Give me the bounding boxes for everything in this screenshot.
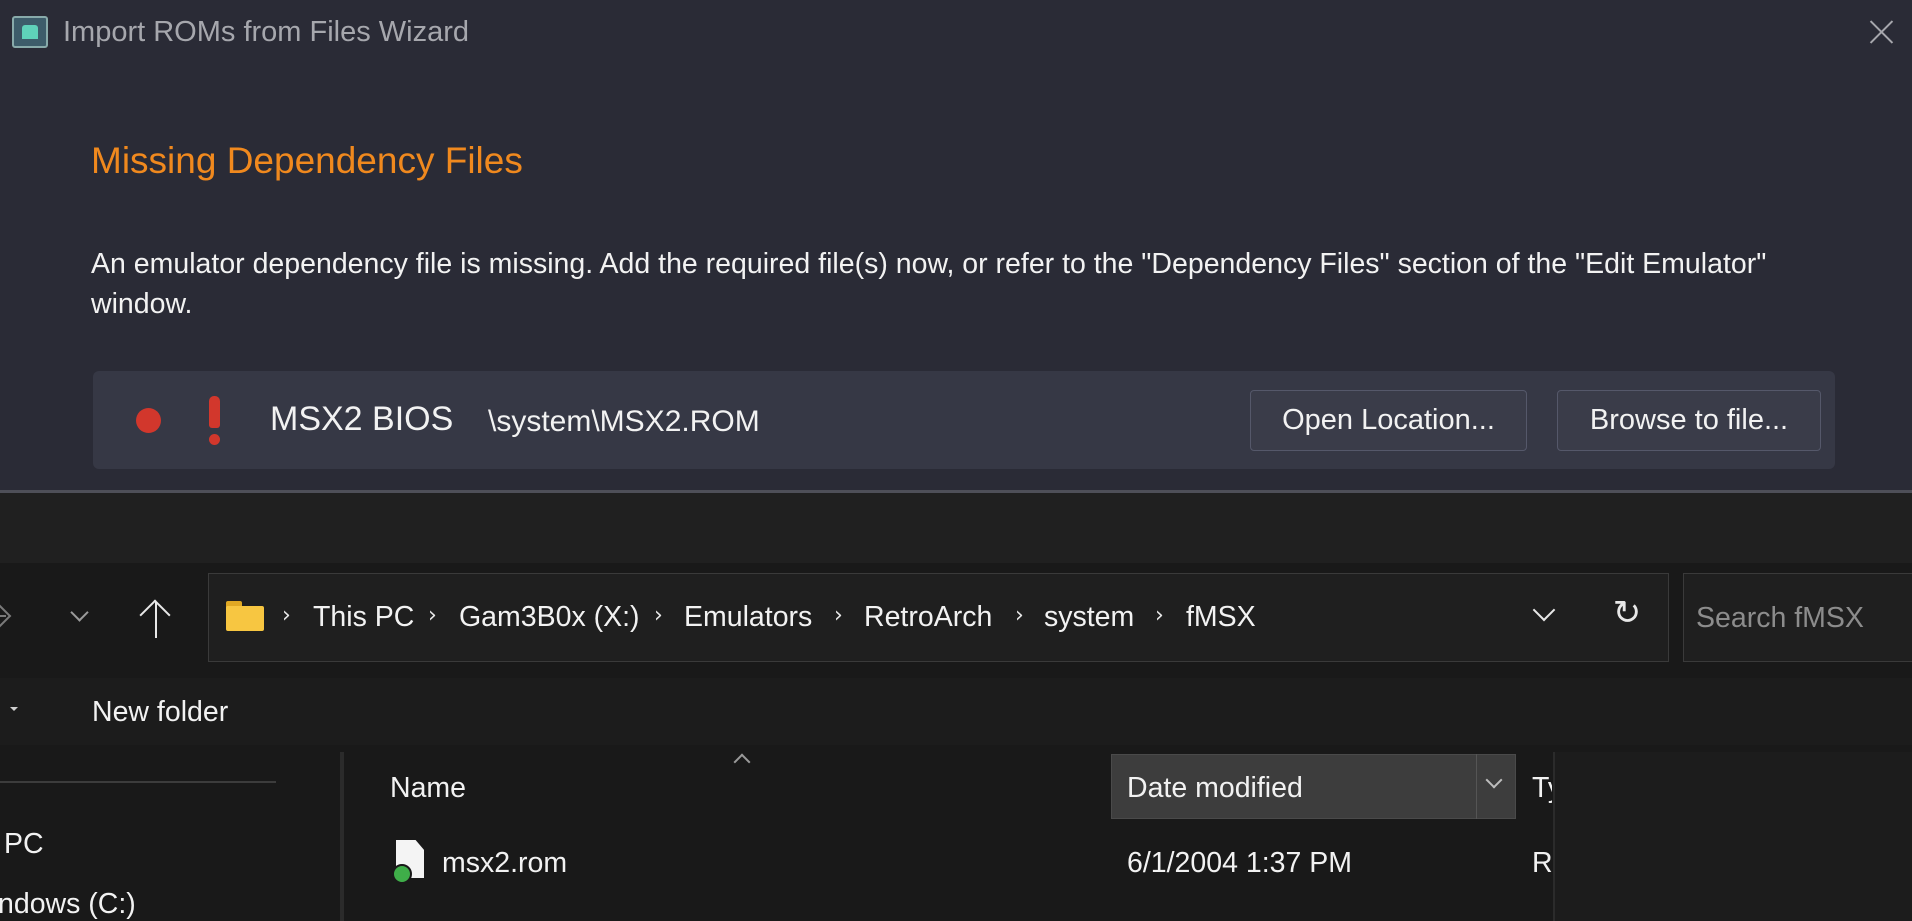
breadcrumb-emulators[interactable]: Emulators: [684, 601, 812, 634]
refresh-icon[interactable]: ↻: [1610, 596, 1644, 630]
open-location-button[interactable]: Open Location...: [1250, 390, 1527, 451]
dependency-name: MSX2 BIOS: [270, 400, 454, 438]
forward-arrow-icon[interactable]: [0, 596, 14, 636]
nav-item-this-pc[interactable]: PC: [4, 828, 44, 861]
breadcrumb-this-pc[interactable]: This PC: [313, 601, 414, 634]
chevron-right-icon[interactable]: ›: [1015, 603, 1024, 628]
column-header-date-label: Date modified: [1127, 772, 1303, 804]
status-dot-icon: [136, 408, 161, 433]
title-bar: Import ROMs from Files Wizard: [0, 0, 1912, 66]
breadcrumb-fmsx[interactable]: fMSX: [1186, 601, 1256, 634]
description-text: An emulator dependency file is missing. …: [91, 248, 1767, 320]
nav-item-windows-drive[interactable]: ndows (C:): [0, 888, 136, 921]
file-row-name[interactable]: msx2.rom: [442, 847, 567, 880]
column-header-type[interactable]: Ty: [1532, 772, 1552, 805]
dropdown-icon[interactable]: [1530, 600, 1558, 628]
file-row-date: 6/1/2004 1:37 PM: [1127, 847, 1352, 879]
column-header-name[interactable]: Name: [390, 772, 466, 805]
folder-icon: [226, 601, 264, 631]
browse-to-file-button[interactable]: Browse to file...: [1557, 390, 1821, 451]
breadcrumb-drive[interactable]: Gam3B0x (X:): [459, 601, 640, 634]
dependency-path: \system\MSX2.ROM: [488, 405, 760, 438]
chevron-right-icon[interactable]: ›: [428, 603, 437, 628]
column-divider: [1476, 754, 1477, 819]
organize-dropdown-icon[interactable]: [10, 707, 18, 711]
breadcrumb-system[interactable]: system: [1044, 601, 1134, 634]
chevron-right-icon[interactable]: ›: [1155, 603, 1164, 628]
file-row-type: R: [1532, 847, 1552, 879]
pane-splitter[interactable]: [340, 752, 344, 921]
sync-check-icon: [392, 864, 412, 884]
chevron-right-icon[interactable]: ›: [654, 603, 663, 628]
recent-locations-icon[interactable]: [68, 604, 92, 628]
up-arrow-icon[interactable]: [136, 598, 176, 640]
close-icon[interactable]: [1862, 12, 1902, 52]
search-placeholder: Search fMSX: [1696, 602, 1864, 634]
import-wizard-dialog: Import ROMs from Files Wizard Missing De…: [0, 0, 1912, 493]
chevron-right-icon[interactable]: ›: [282, 603, 291, 628]
page-title: Missing Dependency Files: [91, 140, 523, 181]
chevron-right-icon[interactable]: ›: [834, 603, 843, 628]
preview-pane: [1553, 752, 1912, 921]
new-folder-button[interactable]: New folder: [92, 696, 228, 729]
app-logo-icon: [12, 16, 48, 48]
explorer-titlebar: [0, 493, 1912, 563]
file-icon: [392, 840, 426, 884]
breadcrumb-retroarch[interactable]: RetroArch: [864, 601, 992, 634]
warning-exclamation-icon: [204, 390, 226, 454]
divider: [0, 781, 276, 783]
window-title: Import ROMs from Files Wizard: [63, 16, 470, 48]
command-bar: [0, 678, 1912, 745]
